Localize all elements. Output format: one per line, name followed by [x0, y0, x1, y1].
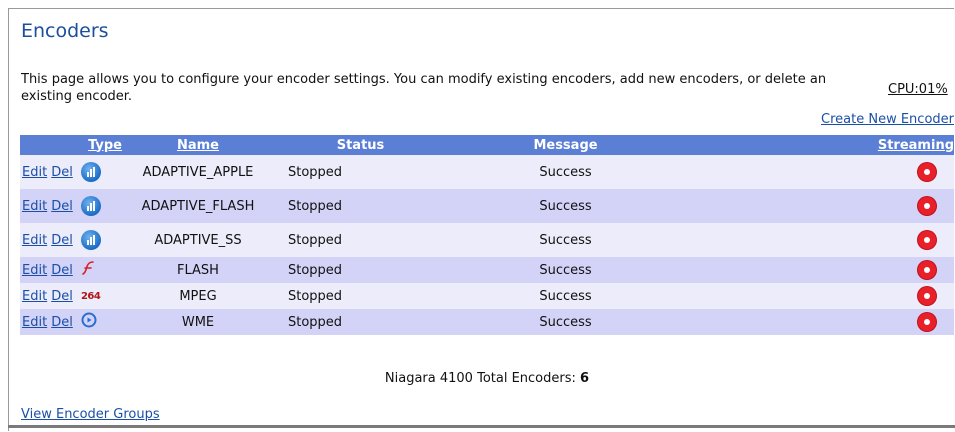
status-column-header: Status — [336, 137, 385, 153]
delete-link[interactable]: Del — [51, 199, 73, 214]
table-row: Edit Del 264 MPEG Stopped Success — [20, 283, 954, 309]
encoder-message: Success — [539, 314, 592, 330]
stopped-stream-icon[interactable] — [918, 287, 936, 305]
flash-icon — [81, 260, 97, 280]
edit-link[interactable]: Edit — [22, 315, 47, 330]
encoder-status: Stopped — [288, 164, 343, 180]
frame-bottom-border — [8, 425, 955, 428]
encoders-table: Type Name Status Message Streaming Edit D… — [20, 135, 954, 335]
encoder-name: WME — [181, 314, 215, 330]
h264-icon: 264 — [80, 290, 101, 302]
name-column-header[interactable]: Name — [128, 135, 268, 155]
encoder-status: Stopped — [288, 288, 343, 304]
table-row: Edit Del ADAPTIVE_FLASH Stopped Success — [20, 189, 954, 223]
stopped-stream-icon[interactable] — [918, 163, 936, 181]
encoder-message: Success — [539, 288, 592, 304]
table-row: Edit Del WME Stopped Success — [20, 309, 954, 335]
view-encoder-groups-link[interactable]: View Encoder Groups — [21, 407, 160, 422]
encoder-name: MPEG — [179, 288, 217, 304]
message-column-header: Message — [533, 137, 598, 153]
delete-link[interactable]: Del — [51, 263, 73, 278]
total-encoders: Niagara 4100 Total Encoders: 6 — [20, 371, 954, 386]
stopped-stream-icon[interactable] — [918, 197, 936, 215]
encoder-message: Success — [539, 232, 592, 248]
edit-link[interactable]: Edit — [22, 199, 47, 214]
table-row: Edit Del FLASH Stopped Success — [20, 257, 954, 283]
page-title: Encoders — [21, 20, 109, 42]
encoder-message: Success — [539, 164, 592, 180]
edit-link[interactable]: Edit — [22, 233, 47, 248]
edit-link[interactable]: Edit — [22, 165, 47, 180]
delete-link[interactable]: Del — [51, 233, 73, 248]
wme-icon — [81, 312, 97, 332]
encoder-name: FLASH — [177, 262, 219, 278]
streaming-column-header[interactable]: Streaming — [678, 135, 954, 155]
table-header-row: Type Name Status Message Streaming — [20, 135, 954, 155]
encoder-message: Success — [539, 262, 592, 278]
edit-link[interactable]: Edit — [22, 263, 47, 278]
delete-link[interactable]: Del — [51, 315, 73, 330]
stopped-stream-icon[interactable] — [918, 261, 936, 279]
edit-link[interactable]: Edit — [22, 289, 47, 304]
encoder-name: ADAPTIVE_SS — [154, 232, 242, 248]
encoder-status: Stopped — [288, 198, 343, 214]
type-column-header[interactable]: Type — [20, 135, 128, 155]
adaptive-icon — [80, 196, 101, 216]
delete-link[interactable]: Del — [51, 165, 73, 180]
create-new-encoder-link[interactable]: Create New Encoder — [821, 112, 954, 127]
encoder-message: Success — [539, 198, 592, 214]
encoder-status: Stopped — [288, 262, 343, 278]
cpu-usage: CPU:01% — [888, 82, 948, 97]
table-row: Edit Del ADAPTIVE_APPLE Stopped Success — [20, 155, 954, 189]
stopped-stream-icon[interactable] — [918, 231, 936, 249]
encoder-name: ADAPTIVE_APPLE — [142, 164, 254, 180]
adaptive-icon — [80, 230, 101, 250]
delete-link[interactable]: Del — [51, 289, 73, 304]
encoder-status: Stopped — [288, 232, 343, 248]
total-encoders-label: Niagara 4100 Total Encoders: — [384, 371, 576, 386]
total-encoders-count: 6 — [580, 371, 590, 386]
adaptive-icon — [80, 162, 101, 182]
stopped-stream-icon[interactable] — [918, 313, 936, 331]
encoder-status: Stopped — [288, 314, 343, 330]
table-row: Edit Del ADAPTIVE_SS Stopped Success — [20, 223, 954, 257]
encoder-name: ADAPTIVE_FLASH — [141, 198, 255, 214]
page-description: This page allows you to configure your e… — [21, 72, 827, 104]
